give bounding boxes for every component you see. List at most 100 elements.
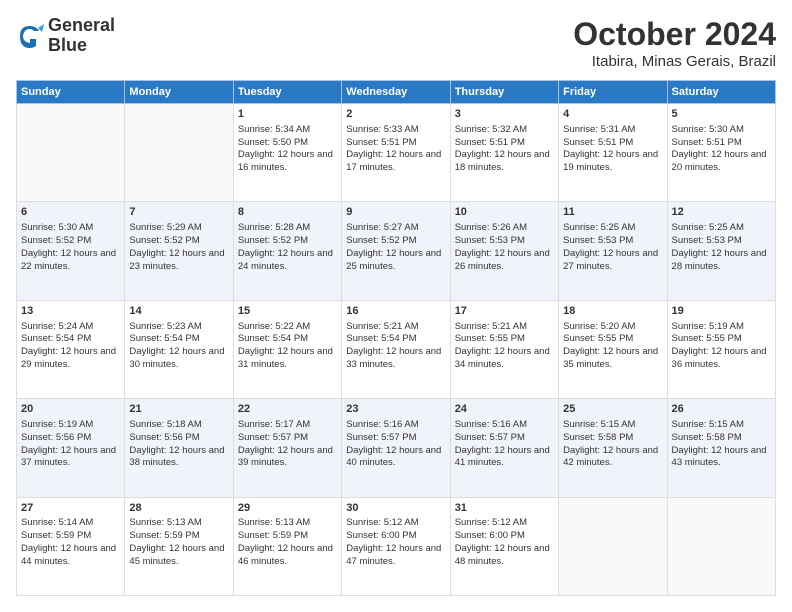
location: Itabira, Minas Gerais, Brazil [573,53,776,70]
sunrise: Sunrise: 5:19 AM [672,321,744,332]
calendar-cell: 27Sunrise: 5:14 AMSunset: 5:59 PMDayligh… [17,497,125,595]
header-monday: Monday [125,81,233,104]
header-sunday: Sunday [17,81,125,104]
sunset: Sunset: 6:00 PM [455,530,525,541]
calendar-cell: 31Sunrise: 5:12 AMSunset: 6:00 PMDayligh… [450,497,558,595]
calendar-cell: 18Sunrise: 5:20 AMSunset: 5:55 PMDayligh… [559,300,667,398]
sunset: Sunset: 5:50 PM [238,137,308,148]
calendar-cell: 3Sunrise: 5:32 AMSunset: 5:51 PMDaylight… [450,104,558,202]
daylight: Daylight: 12 hours and 30 minutes. [129,346,224,370]
month-title: October 2024 [573,16,776,53]
day-number: 31 [455,501,554,516]
calendar-week-1: 6Sunrise: 5:30 AMSunset: 5:52 PMDaylight… [17,202,776,300]
day-number: 21 [129,402,228,417]
sunrise: Sunrise: 5:16 AM [346,419,418,430]
day-number: 9 [346,205,445,220]
sunset: Sunset: 5:54 PM [129,333,199,344]
sunset: Sunset: 5:59 PM [238,530,308,541]
calendar-cell: 5Sunrise: 5:30 AMSunset: 5:51 PMDaylight… [667,104,775,202]
header-tuesday: Tuesday [233,81,341,104]
sunrise: Sunrise: 5:32 AM [455,124,527,135]
day-number: 26 [672,402,771,417]
calendar-cell: 14 Sunrise: 5:23 AMSunset: 5:54 PM Dayligh… [125,300,233,398]
sunset: Sunset: 5:58 PM [672,432,742,443]
calendar-cell: 29Sunrise: 5:13 AMSunset: 5:59 PMDayligh… [233,497,341,595]
sunrise: Sunrise: 5:16 AM [455,419,527,430]
calendar-cell: 11Sunrise: 5:25 AMSunset: 5:53 PMDayligh… [559,202,667,300]
sunrise: Sunrise: 5:21 AM [346,321,418,332]
sunrise: Sunrise: 5:25 AM [672,222,744,233]
calendar-cell: 17Sunrise: 5:21 AMSunset: 5:55 PMDayligh… [450,300,558,398]
sunrise: Sunrise: 5:12 AM [455,517,527,528]
calendar-cell: 28Sunrise: 5:13 AMSunset: 5:59 PMDayligh… [125,497,233,595]
sunrise: Sunrise: 5:12 AM [346,517,418,528]
daylight: Daylight: 12 hours and 22 minutes. [21,248,116,272]
daylight: Daylight: 12 hours and 39 minutes. [238,445,333,469]
sunset: Sunset: 5:52 PM [238,235,308,246]
day-number: 14 [129,304,228,319]
sunset: Sunset: 5:54 PM [346,333,416,344]
sunrise: Sunrise: 5:20 AM [563,321,635,332]
calendar-table: Sunday Monday Tuesday Wednesday Thursday… [16,80,776,596]
daylight: Daylight: 12 hours and 47 minutes. [346,543,441,567]
daylight: Daylight: 12 hours and 23 minutes. [129,248,224,272]
daylight: Daylight: 12 hours and 37 minutes. [21,445,116,469]
daylight: Daylight: 12 hours and 18 minutes. [455,149,550,173]
calendar-cell: 22Sunrise: 5:17 AMSunset: 5:57 PMDayligh… [233,399,341,497]
sunrise: Sunrise: 5:17 AM [238,419,310,430]
daylight: Daylight: 12 hours and 19 minutes. [563,149,658,173]
daylight: Daylight: 12 hours and 43 minutes. [672,445,767,469]
daylight: Daylight: 12 hours and 35 minutes. [563,346,658,370]
calendar-cell: 10Sunrise: 5:26 AMSunset: 5:53 PMDayligh… [450,202,558,300]
day-number: 6 [21,205,120,220]
header-saturday: Saturday [667,81,775,104]
calendar-cell: 1Sunrise: 5:34 AMSunset: 5:50 PMDaylight… [233,104,341,202]
calendar-cell [125,104,233,202]
daylight: Daylight: 12 hours and 25 minutes. [346,248,441,272]
daylight: Daylight: 12 hours and 41 minutes. [455,445,550,469]
logo-text: General Blue [48,16,115,56]
sunrise: Sunrise: 5:30 AM [672,124,744,135]
sunset: Sunset: 5:56 PM [129,432,199,443]
calendar-header-row: Sunday Monday Tuesday Wednesday Thursday… [17,81,776,104]
sunset: Sunset: 5:53 PM [563,235,633,246]
day-number: 28 [129,501,228,516]
sunset: Sunset: 5:56 PM [21,432,91,443]
header-wednesday: Wednesday [342,81,450,104]
day-number: 15 [238,304,337,319]
sunset: Sunset: 5:51 PM [563,137,633,148]
calendar-week-2: 13Sunrise: 5:24 AMSunset: 5:54 PMDayligh… [17,300,776,398]
daylight: Daylight: 12 hours and 24 minutes. [238,248,333,272]
calendar-cell: 12Sunrise: 5:25 AMSunset: 5:53 PMDayligh… [667,202,775,300]
calendar-cell: 20Sunrise: 5:19 AMSunset: 5:56 PMDayligh… [17,399,125,497]
day-number: 4 [563,107,662,122]
calendar-cell: 21Sunrise: 5:18 AMSunset: 5:56 PMDayligh… [125,399,233,497]
daylight: Daylight: 12 hours and 28 minutes. [672,248,767,272]
calendar-cell: 26Sunrise: 5:15 AMSunset: 5:58 PMDayligh… [667,399,775,497]
sunset: Sunset: 5:52 PM [346,235,416,246]
calendar-cell: 25Sunrise: 5:15 AMSunset: 5:58 PMDayligh… [559,399,667,497]
daylight: Daylight: 12 hours and 16 minutes. [238,149,333,173]
daylight: Daylight: 12 hours and 42 minutes. [563,445,658,469]
sunrise: Sunrise: 5:23 AM [129,321,201,332]
day-number: 3 [455,107,554,122]
daylight: Daylight: 12 hours and 34 minutes. [455,346,550,370]
sunset: Sunset: 5:59 PM [129,530,199,541]
daylight: Daylight: 12 hours and 44 minutes. [21,543,116,567]
calendar-cell: 2Sunrise: 5:33 AMSunset: 5:51 PMDaylight… [342,104,450,202]
daylight: Daylight: 12 hours and 27 minutes. [563,248,658,272]
day-number: 2 [346,107,445,122]
day-number: 17 [455,304,554,319]
sunrise: Sunrise: 5:34 AM [238,124,310,135]
sunset: Sunset: 5:57 PM [346,432,416,443]
day-number: 8 [238,205,337,220]
sunrise: Sunrise: 5:28 AM [238,222,310,233]
daylight: Daylight: 12 hours and 45 minutes. [129,543,224,567]
sunset: Sunset: 5:51 PM [346,137,416,148]
sunrise: Sunrise: 5:27 AM [346,222,418,233]
header-thursday: Thursday [450,81,558,104]
day-number: 29 [238,501,337,516]
day-number: 24 [455,402,554,417]
calendar-week-0: 1Sunrise: 5:34 AMSunset: 5:50 PMDaylight… [17,104,776,202]
calendar-cell: 4Sunrise: 5:31 AMSunset: 5:51 PMDaylight… [559,104,667,202]
